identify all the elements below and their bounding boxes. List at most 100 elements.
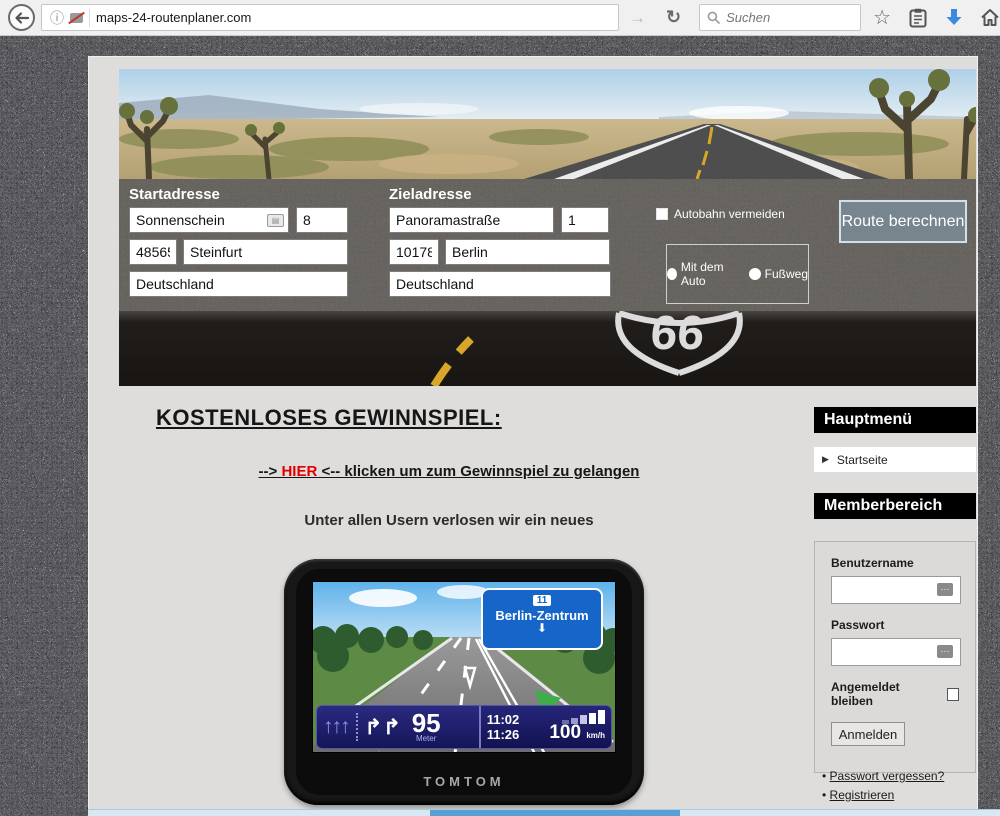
header-photo-desert-road — [119, 69, 976, 179]
horizontal-scrollbar[interactable] — [88, 809, 1000, 816]
stay-logged-checkbox[interactable] — [947, 688, 959, 701]
start-zip-input[interactable] — [129, 239, 177, 265]
mode-walk-label: Fußweg — [765, 267, 808, 281]
lane-divider — [356, 713, 358, 741]
home-icon[interactable] — [975, 4, 1000, 31]
tomtom-brand-label: TOMTOM — [284, 774, 644, 789]
mode-car-radio[interactable] — [667, 268, 677, 280]
mode-car-option[interactable]: Mit dem Auto — [667, 260, 739, 288]
arrival-time: 11:26 — [487, 727, 520, 742]
plugin-blocked-icon[interactable] — [70, 13, 83, 23]
sidebar-main-menu-header: Hauptmenü — [814, 407, 976, 433]
mode-walk-option[interactable]: Fußweg — [749, 267, 808, 281]
dest-country-input[interactable] — [389, 271, 611, 297]
forward-button[interactable]: → — [625, 8, 650, 28]
route-calculate-button[interactable]: Route berechnen — [838, 199, 968, 244]
autofill-icon[interactable]: ▤ — [267, 214, 284, 227]
home-glyph — [980, 8, 1000, 27]
sidebar-item-label: Startseite — [837, 453, 888, 467]
clipboard-glyph — [909, 8, 927, 28]
nav-status-bar: ↑↑↑ ↱↱ 95 Meter 11:02 11:26 — [316, 705, 612, 749]
exit-sign: 11 Berlin-Zentrum ⬇ — [481, 588, 603, 650]
avoid-highway-row: Autobahn vermeiden — [656, 207, 785, 221]
lane-straight-arrows-icon: ↑↑↑ — [323, 715, 349, 739]
menu-arrow-icon: ▶ — [822, 454, 829, 465]
list-item: • Passwort vergessen? — [822, 769, 944, 783]
dest-street-input[interactable] — [389, 207, 554, 233]
back-button[interactable] — [8, 4, 35, 31]
stay-logged-label: Angemeldet bleiben — [831, 680, 939, 708]
sidebar-item-startseite[interactable]: ▶ Startseite — [814, 447, 976, 472]
current-time: 11:02 — [487, 712, 520, 727]
gewinnspiel-link-line: --> HIER <-- klicken um zum Gewinnspiel … — [119, 463, 779, 480]
speed-block: 100 km/h — [527, 710, 605, 745]
register-link[interactable]: Registrieren — [830, 788, 895, 802]
reading-list-icon[interactable] — [903, 4, 933, 31]
route-form: Startadresse ▤ Zieladresse Autobahn verm… — [119, 179, 976, 311]
login-panel: Benutzername ··· Passwort ··· Angemeldet… — [814, 541, 976, 773]
tomtom-device-image: 11 Berlin-Zentrum ⬇ ↑↑↑ ↱↱ 95 Meter — [284, 559, 644, 805]
start-number-input[interactable] — [296, 207, 348, 233]
lane-guidance-panel: ↑↑↑ ↱↱ 95 Meter — [317, 706, 479, 748]
lane-turn-arrows-icon: ↱↱ — [365, 715, 402, 740]
route66-illustration: 66 — [119, 311, 976, 386]
sidebar-links: • Passwort vergessen? • Registrieren — [822, 769, 944, 807]
start-city-input[interactable] — [183, 239, 348, 265]
download-arrow-glyph — [945, 8, 963, 28]
link-suffix: <-- klicken um zum Gewinnspiel zu gelang… — [317, 463, 639, 480]
avoid-highway-checkbox[interactable] — [656, 208, 668, 220]
start-address-label: Startadresse — [129, 186, 220, 203]
route66-photo-strip: 66 — [119, 311, 976, 386]
url-text[interactable]: maps-24-routenplaner.com — [96, 10, 251, 25]
browser-window: ⓘ maps-24-routenplaner.com → ↻ ☆ — [0, 0, 1000, 816]
travel-mode-box: Mit dem Auto Fußweg — [666, 244, 809, 304]
mode-walk-radio[interactable] — [749, 268, 761, 280]
trip-info-panel: 11:02 11:26 100 km/h — [479, 706, 611, 748]
site-info-icon[interactable]: ⓘ — [50, 11, 64, 25]
scrollbar-thumb[interactable] — [430, 810, 680, 816]
login-button[interactable]: Anmelden — [831, 722, 905, 746]
link-hier[interactable]: HIER — [281, 463, 317, 480]
password-field-wrap: ··· — [831, 638, 959, 666]
route66-number: 66 — [649, 311, 706, 360]
stay-logged-row: Angemeldet bleiben — [831, 680, 959, 708]
dest-city-input[interactable] — [445, 239, 610, 265]
forgot-password-link[interactable]: Passwort vergessen? — [830, 769, 945, 783]
device-screen: 11 Berlin-Zentrum ⬇ ↑↑↑ ↱↱ 95 Meter — [312, 581, 616, 753]
downloads-icon[interactable] — [939, 4, 969, 31]
list-item: • Registrieren — [822, 788, 944, 802]
exit-down-arrow-icon: ⬇ — [483, 623, 601, 633]
reload-button[interactable]: ↻ — [662, 7, 685, 28]
distance-block: 95 Meter — [412, 711, 441, 743]
page-content: Startadresse ▤ Zieladresse Autobahn verm… — [88, 56, 978, 810]
search-box[interactable] — [699, 4, 861, 31]
divider — [89, 9, 90, 27]
gewinnspiel-link[interactable]: --> HIER <-- klicken um zum Gewinnspiel … — [259, 463, 640, 480]
password-manager-icon[interactable]: ··· — [937, 645, 953, 658]
dest-address-label: Zieladresse — [389, 186, 472, 203]
desert-road-illustration — [119, 69, 976, 179]
speed-value: 100 km/h — [527, 724, 605, 745]
start-street-input[interactable] — [129, 207, 289, 233]
password-manager-icon[interactable]: ··· — [937, 583, 953, 596]
sidebar-member-header: Memberbereich — [814, 493, 976, 519]
username-label: Benutzername — [831, 556, 959, 570]
bookmark-star-icon[interactable]: ☆ — [867, 4, 897, 31]
dest-zip-input[interactable] — [389, 239, 439, 265]
page-title: KOSTENLOSES GEWINNSPIEL: — [156, 405, 502, 431]
distance-unit: Meter — [412, 735, 441, 743]
speed-number: 100 — [549, 722, 581, 743]
back-arrow-icon — [13, 9, 31, 27]
link-prefix: --> — [259, 463, 282, 480]
avoid-highway-label: Autobahn vermeiden — [674, 207, 785, 221]
raffle-subline: Unter allen Usern verlosen wir ein neues — [119, 512, 779, 529]
distance-value: 95 — [412, 711, 441, 735]
search-icon — [707, 11, 720, 24]
speed-unit: km/h — [586, 731, 605, 740]
search-input[interactable] — [726, 10, 836, 25]
time-block: 11:02 11:26 — [487, 712, 520, 742]
dest-number-input[interactable] — [561, 207, 609, 233]
address-bar[interactable]: ⓘ maps-24-routenplaner.com — [41, 4, 619, 31]
browser-toolbar: ⓘ maps-24-routenplaner.com → ↻ ☆ — [0, 0, 1000, 36]
start-country-input[interactable] — [129, 271, 348, 297]
